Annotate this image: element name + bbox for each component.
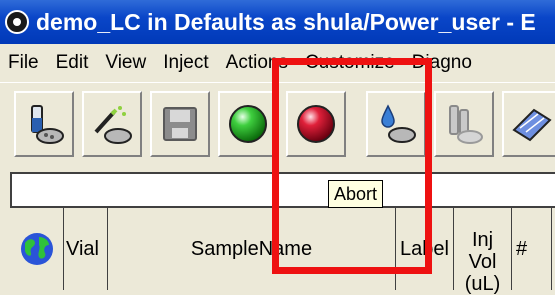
toolbar-button-abort[interactable] [286,91,346,157]
menu-actions[interactable]: Actions [218,52,297,74]
toolbar-button-vial[interactable] [14,91,74,157]
inj-vol-line-3: (uL) [464,273,501,295]
drop-tray-icon [381,104,416,143]
plate-icon [512,108,552,142]
inj-vol-line-2: Vol [468,251,497,273]
menu-diagnostics[interactable]: Diagno [404,52,481,74]
column-header-inj-vol[interactable]: Inj Vol (uL) [454,208,512,295]
menu-bar: File Edit View Inject Actions Customize … [0,44,555,82]
column-header-globe[interactable] [10,208,64,290]
menu-customize[interactable]: Customize [297,52,404,74]
toolbar-button-start[interactable] [218,91,278,157]
menu-inject[interactable]: Inject [155,52,217,74]
toolbar-button-plate[interactable] [502,91,555,157]
column-header-vial[interactable]: Vial [64,208,108,290]
vials-icon [449,105,483,144]
green-start-icon [229,105,267,143]
save-disk-icon [163,107,197,141]
abort-tooltip: Abort [328,180,384,208]
globe-icon [20,233,53,265]
toolbar-button-save[interactable] [150,91,210,157]
toolbar-button-drop[interactable] [366,91,426,157]
menu-edit[interactable]: Edit [48,52,98,74]
column-header-label[interactable]: Label [396,208,454,290]
window-title: demo_LC in Defaults as shula/Power_user … [36,8,536,35]
vial-tray-icon [31,105,64,144]
app-icon [5,10,29,34]
magic-wand-tray-icon [94,106,132,144]
toolbar-button-wand[interactable] [82,91,142,157]
red-abort-icon [297,105,335,143]
toolbar [0,82,555,169]
menu-file[interactable]: File [0,52,48,74]
title-bar: demo_LC in Defaults as shula/Power_user … [0,0,555,44]
table-header-row: Vial SampleName Label Inj Vol (uL) # [10,206,555,295]
toolbar-button-vials[interactable] [434,91,494,157]
column-header-more[interactable]: # [512,208,552,290]
inj-vol-line-1: Inj [471,229,494,251]
menu-view[interactable]: View [97,52,155,74]
column-header-sample-name[interactable]: SampleName [108,208,396,290]
